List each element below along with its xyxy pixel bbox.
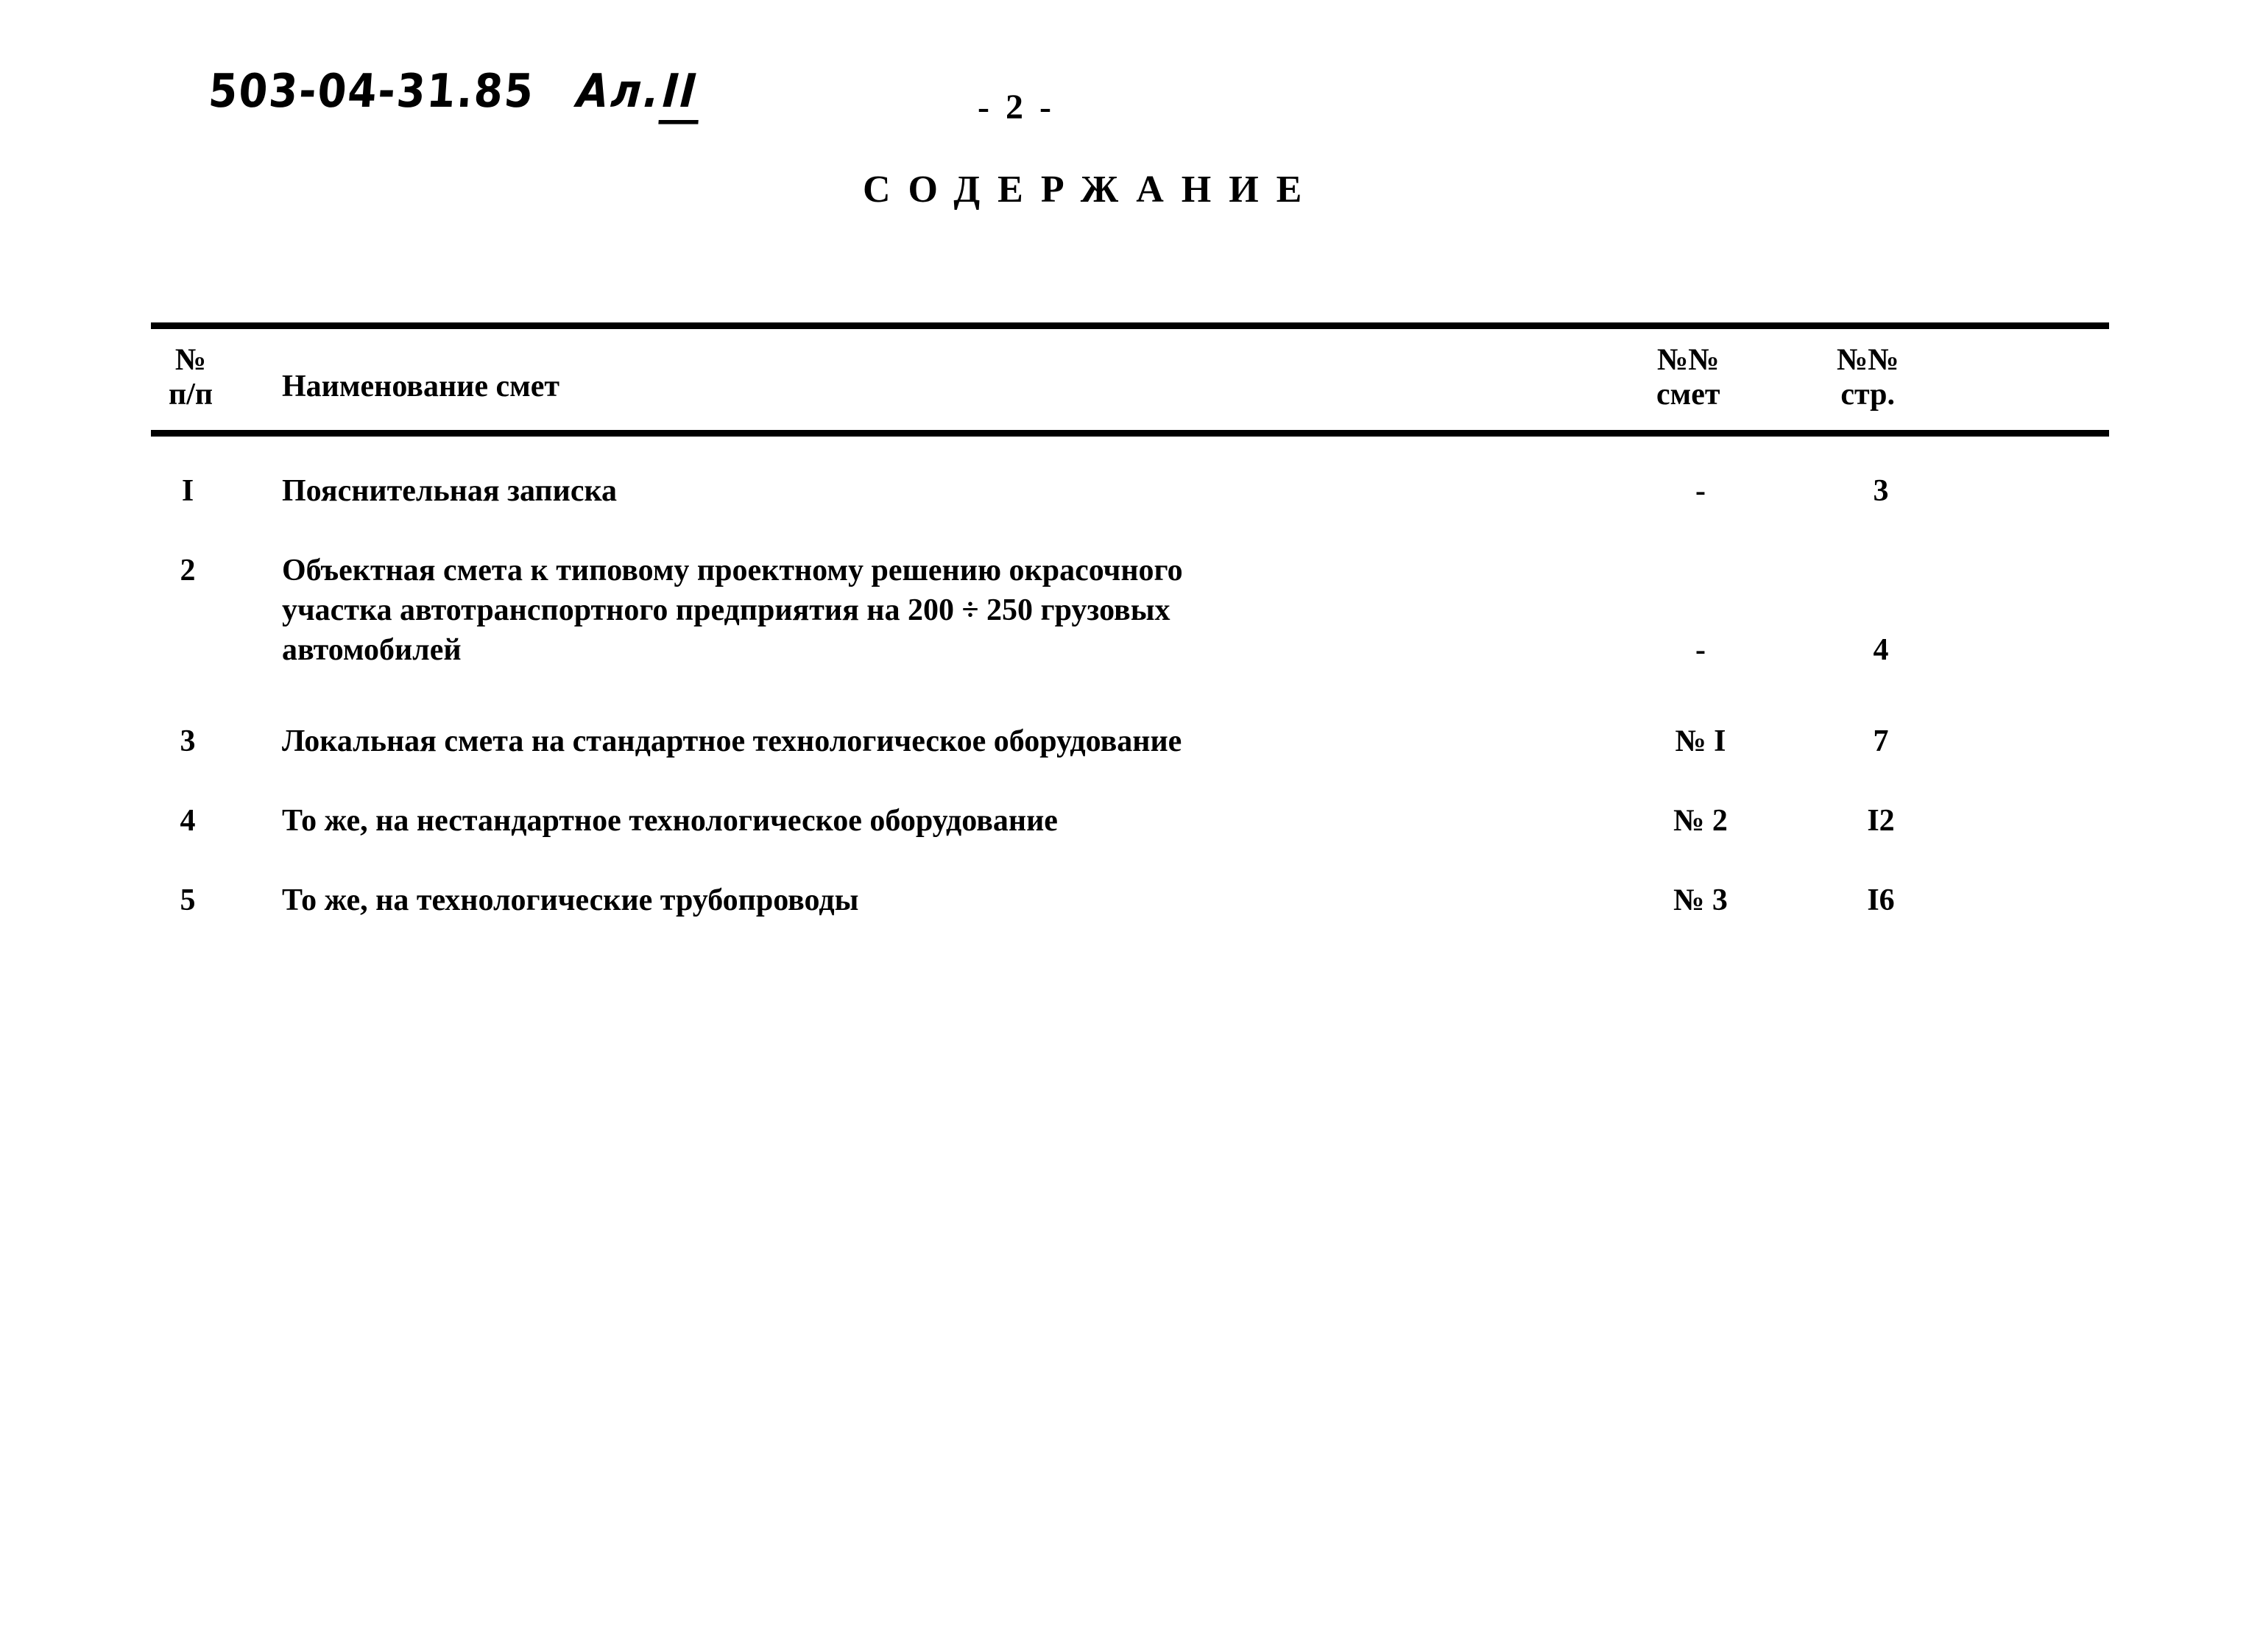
row-number: 5 — [180, 883, 196, 917]
row-page-no: I6 — [1867, 883, 1895, 917]
column-header-estimate-no: №№ смет — [1656, 343, 1720, 412]
row-number: I — [181, 474, 194, 508]
row-estimate-no: - — [1695, 633, 1706, 667]
row-name: То же, на технологические трубопроводы — [282, 883, 859, 917]
row-page-no: 3 — [1873, 474, 1889, 508]
row-name: Объектная смета к типовому проектному ре… — [282, 554, 1183, 667]
document-code: 503-04-31.85 — [206, 65, 537, 119]
album-label: Ал. — [575, 65, 664, 119]
row-estimate-no: - — [1695, 474, 1706, 508]
column-header-name: Наименование смет — [282, 370, 559, 404]
column-header-page-no-line1: №№ — [1837, 343, 1899, 377]
row-estimate-no: № 2 — [1673, 804, 1728, 838]
column-header-estimate-no-line2: смет — [1656, 378, 1720, 412]
table-header: № п/п Наименование смет №№ смет №№ стр. — [151, 333, 2109, 427]
page-title: СОДЕРЖАНИЕ — [863, 169, 1320, 211]
row-number: 3 — [180, 724, 196, 758]
row-number: 4 — [180, 804, 196, 838]
row-number: 2 — [180, 554, 196, 587]
document-code-annotation: 503-04-31.85 Ал.II — [207, 65, 702, 119]
column-header-number: № п/п — [169, 343, 213, 412]
row-page-no: I2 — [1867, 804, 1895, 838]
row-page-no: 4 — [1873, 633, 1889, 667]
album-number: II — [661, 65, 700, 119]
page-number-marker: - 2 - — [978, 88, 1055, 127]
row-name: То же, на нестандартное технологическое … — [282, 804, 1058, 838]
table-header-rule — [151, 430, 2109, 437]
column-header-page-no-line2: стр. — [1840, 378, 1896, 412]
row-estimate-no: № I — [1675, 724, 1726, 758]
column-header-name-line1: Наименование смет — [282, 370, 560, 403]
column-header-estimate-no-line1: №№ — [1657, 343, 1720, 377]
row-page-no: 7 — [1873, 724, 1889, 758]
column-header-page-no: №№ стр. — [1837, 343, 1899, 412]
row-name: Пояснительная записка — [282, 474, 618, 508]
column-header-number-line1: № — [174, 343, 207, 377]
table-top-rule — [151, 322, 2109, 329]
row-estimate-no: № 3 — [1673, 883, 1728, 917]
column-header-number-line2: п/п — [169, 378, 213, 412]
document-page: 503-04-31.85 Ал.II - 2 - СОДЕРЖАНИЕ № п/п… — [0, 0, 2260, 1652]
row-name: Локальная смета на стандартное технологи… — [282, 724, 1182, 758]
